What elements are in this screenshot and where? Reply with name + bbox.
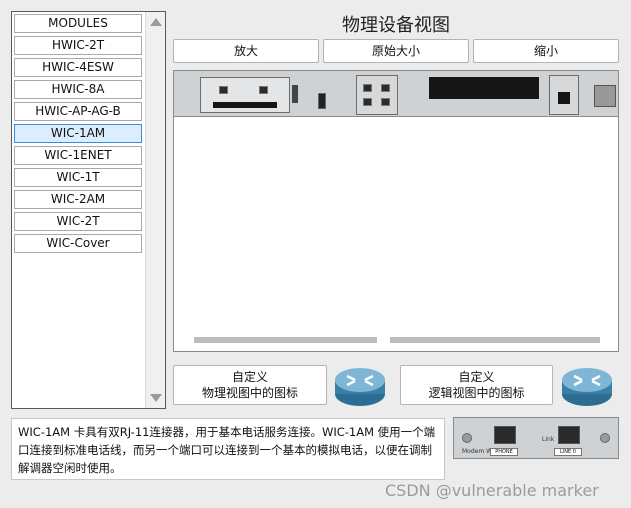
empty-slot[interactable] [429, 77, 539, 99]
router-chassis-image [174, 71, 618, 117]
view-hscroll-left[interactable] [194, 337, 377, 343]
module-list-scrollbar[interactable] [145, 12, 165, 408]
zoom-in-button[interactable]: 放大 [173, 39, 319, 63]
power-module[interactable] [549, 75, 579, 115]
ethernet-switch-ports[interactable] [356, 75, 398, 115]
module-item-wic-1t[interactable]: WIC-1T [14, 168, 142, 187]
scroll-down-icon[interactable] [150, 394, 162, 402]
zoom-out-button[interactable]: 缩小 [473, 39, 619, 63]
original-size-button[interactable]: 原始大小 [323, 39, 469, 63]
line-port [558, 426, 580, 444]
watermark: CSDN @vulnerable marker [385, 481, 599, 500]
customize-logical-icon-button[interactable]: 自定义 逻辑视图中的图标 [400, 365, 553, 405]
module-item-hwic-2t[interactable]: HWIC-2T [14, 36, 142, 55]
module-item-wic-cover[interactable]: WIC-Cover [14, 234, 142, 253]
physical-device-view[interactable] [173, 70, 619, 352]
router-icon [562, 368, 612, 406]
customize-physical-icon-button[interactable]: 自定义 物理视图中的图标 [173, 365, 327, 405]
module-item-hwic-4esw[interactable]: HWIC-4ESW [14, 58, 142, 77]
phone-port [494, 426, 516, 444]
module-item-wic-2t[interactable]: WIC-2T [14, 212, 142, 231]
module-item-wic-1am[interactable]: WIC-1AM [14, 124, 142, 143]
module-item-modules[interactable]: MODULES [14, 14, 142, 33]
module-description: WIC-1AM 卡具有双RJ-11连接器，用于基本电话服务连接。WIC-1AM … [11, 418, 445, 480]
module-item-wic-1enet[interactable]: WIC-1ENET [14, 146, 142, 165]
wic-slot-0[interactable] [200, 77, 290, 113]
view-hscroll-right[interactable] [390, 337, 600, 343]
module-item-hwic-ap-ag-b[interactable]: HWIC-AP-AG-B [14, 102, 142, 121]
scroll-up-icon[interactable] [150, 18, 162, 26]
physical-view-title: 物理设备视图 [342, 15, 450, 36]
router-icon [335, 368, 385, 406]
module-list: MODULES HWIC-2T HWIC-4ESW HWIC-8A HWIC-AP-AG… [12, 12, 146, 408]
module-item-hwic-8a[interactable]: HWIC-8A [14, 80, 142, 99]
module-image: Modem WIC-1AM Link PHONE LINE 0 [453, 417, 619, 459]
module-list-panel: MODULES HWIC-2T HWIC-4ESW HWIC-8A HWIC-AP-AG… [11, 11, 166, 409]
module-item-wic-2am[interactable]: WIC-2AM [14, 190, 142, 209]
